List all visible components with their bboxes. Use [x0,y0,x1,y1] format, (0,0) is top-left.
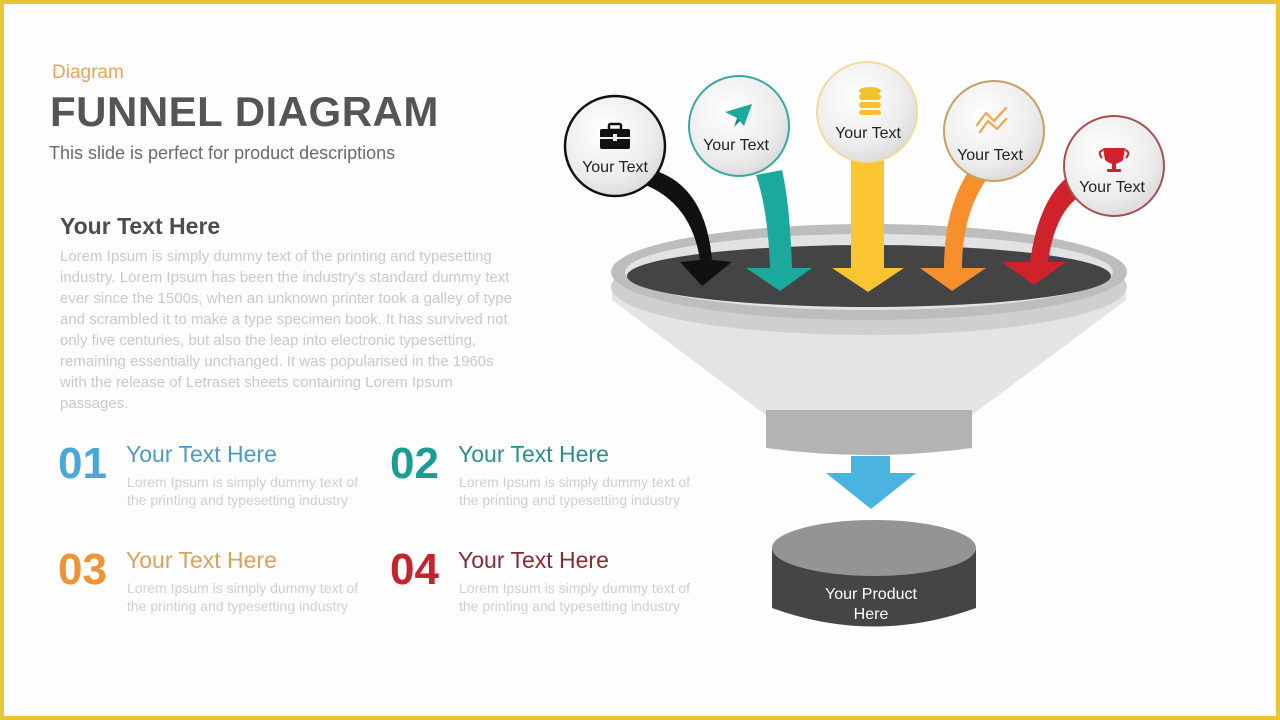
product-label-line1: Your Product [825,586,917,603]
input-bubble-1: Your Text [563,94,667,198]
input-bubble-5: Your Text [1063,115,1165,217]
input-bubble-3: Your Text [816,61,918,163]
bubble-label: Your Text [835,125,901,142]
output-arrow [826,456,916,509]
bubble-label: Your Text [957,147,1023,164]
input-arrows [630,158,1088,292]
funnel-diagram: Your Text Your Text Your Text Your Text [563,61,1165,627]
bubble-label: Your Text [582,159,648,176]
funnel-neck [766,410,972,455]
bubble-label: Your Text [703,137,769,154]
product-cylinder: Your Product Here [772,520,976,627]
product-label-line2: Here [854,606,889,623]
bubble-label: Your Text [1079,179,1145,196]
input-bubble-2: Your Text [688,75,790,177]
bubble-circle [943,80,1045,182]
input-bubble-4: Your Text [943,80,1045,182]
bubble-circle [688,75,790,177]
cylinder-top [772,520,976,576]
